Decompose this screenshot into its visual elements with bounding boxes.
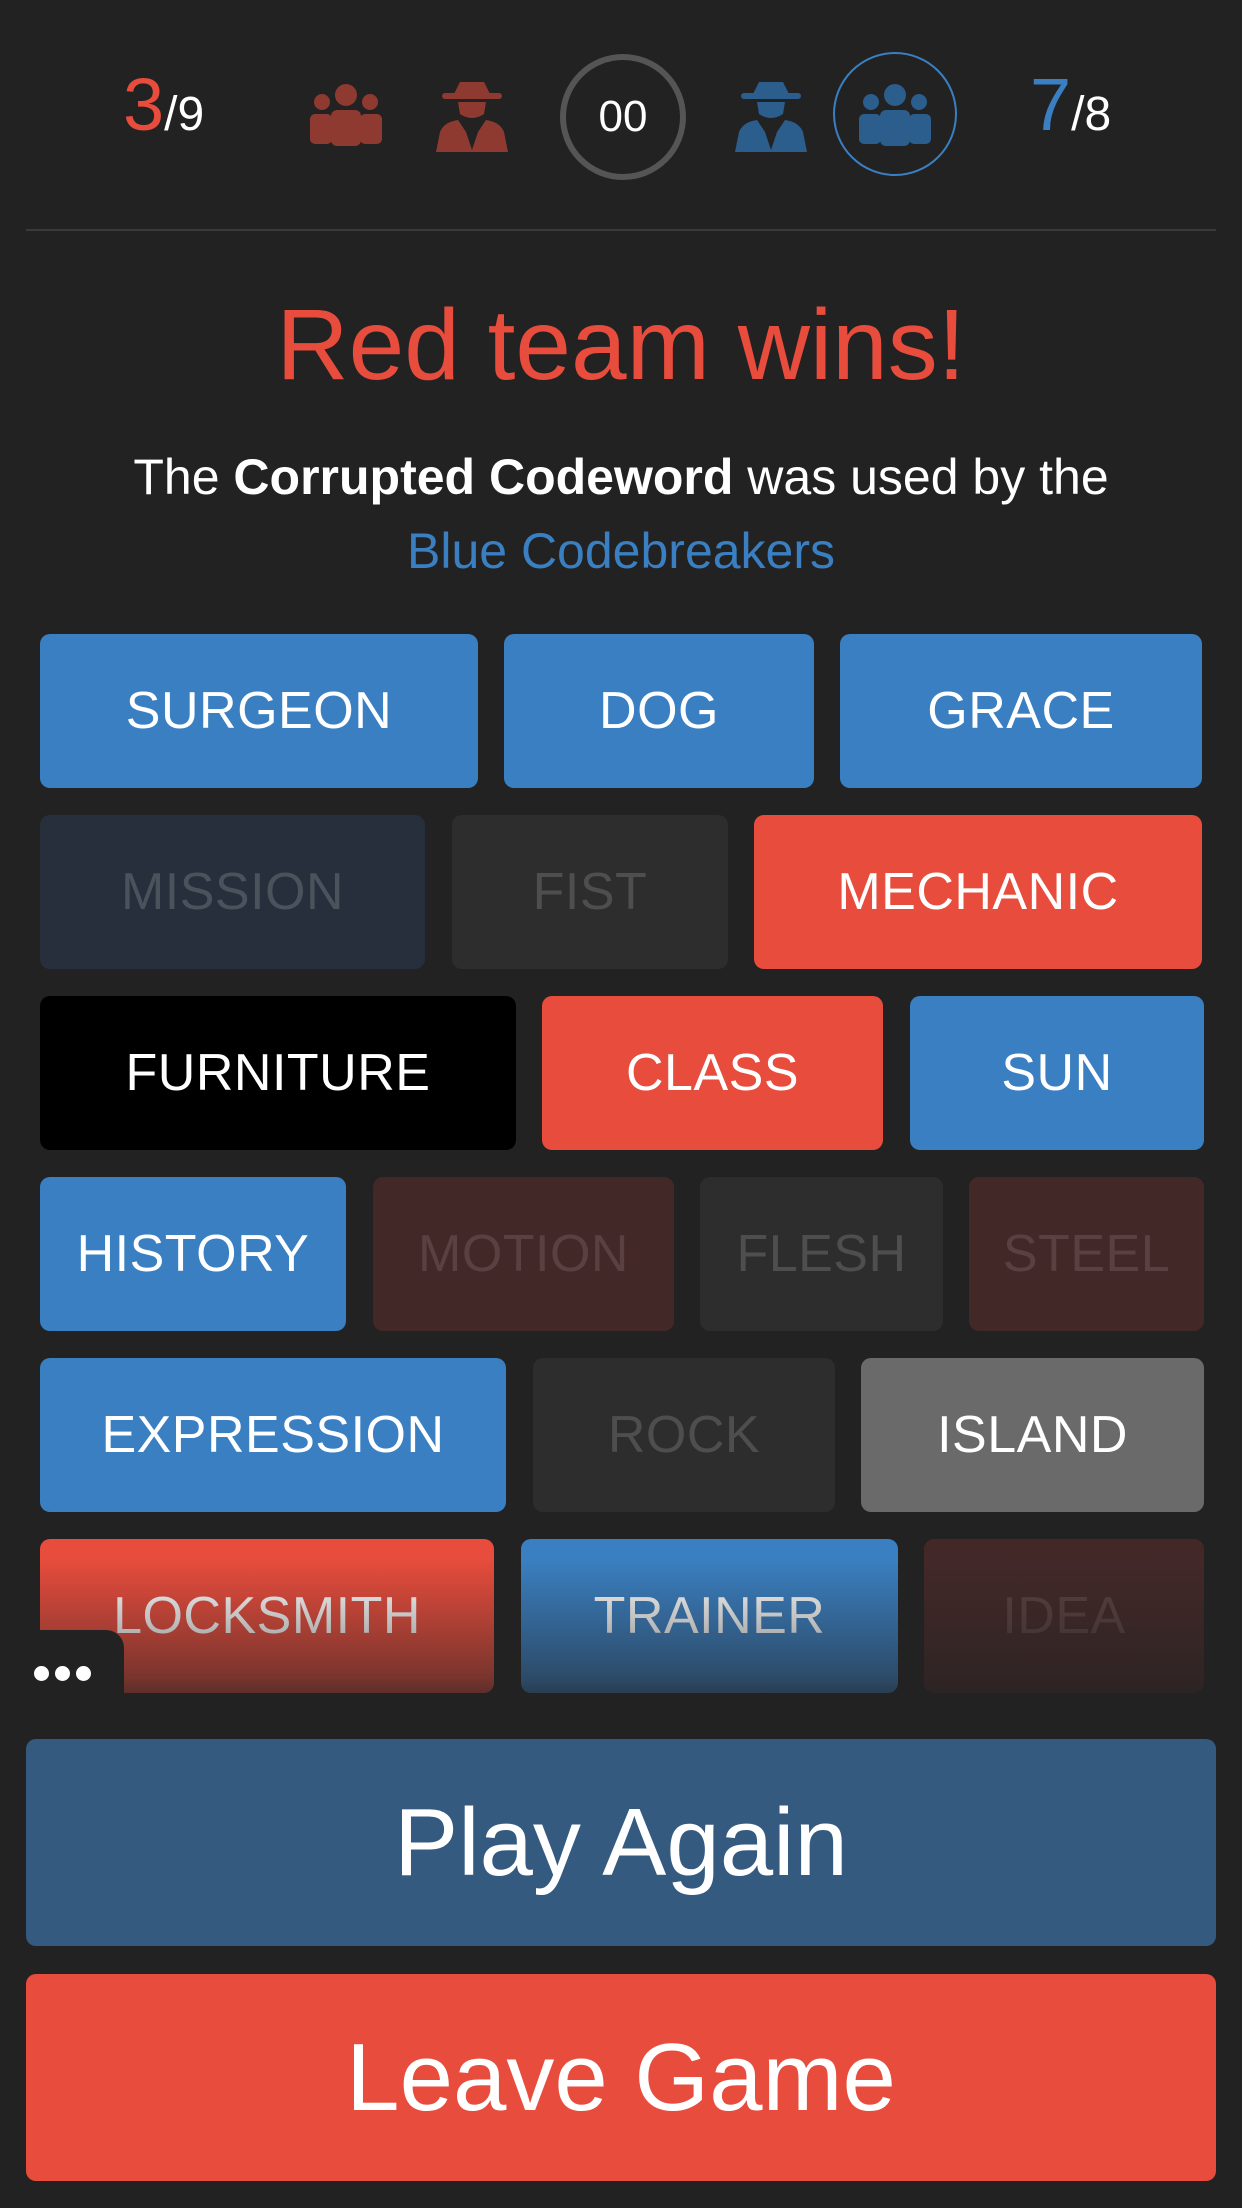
word-card[interactable]: HISTORY xyxy=(40,1177,346,1331)
result-message: The Corrupted Codeword was used by the B… xyxy=(80,440,1162,588)
result-msg-middle: was used by the xyxy=(733,449,1109,505)
word-card[interactable]: DOG xyxy=(504,634,814,788)
blue-score-value: 7 xyxy=(1030,63,1072,146)
turn-timer: 00 xyxy=(560,54,686,180)
word-card[interactable]: MECHANIC xyxy=(754,815,1202,969)
red-score: 3/9 xyxy=(123,68,204,142)
word-card[interactable]: MOTION xyxy=(373,1177,674,1331)
result-title: Red team wins! xyxy=(276,289,966,401)
red-spymaster-icon[interactable] xyxy=(432,80,512,152)
red-score-value: 3 xyxy=(123,63,165,146)
result-msg-team: Blue Codebreakers xyxy=(406,523,836,579)
word-card[interactable]: FLESH xyxy=(700,1177,943,1331)
word-card[interactable]: CLASS xyxy=(542,996,883,1150)
blue-spymaster-icon[interactable] xyxy=(731,80,811,152)
result-msg-bold: Corrupted Codeword xyxy=(233,449,734,505)
red-team-icon[interactable] xyxy=(306,80,386,152)
leave-game-button[interactable]: Leave Game xyxy=(26,1974,1216,2181)
word-card[interactable]: SURGEON xyxy=(40,634,478,788)
word-card[interactable]: TRAINER xyxy=(521,1539,898,1693)
word-card[interactable]: MISSION xyxy=(40,815,425,969)
more-options-button[interactable] xyxy=(0,1630,124,1716)
word-card[interactable]: FURNITURE xyxy=(40,996,516,1150)
header-divider xyxy=(26,229,1216,231)
word-card[interactable]: ISLAND xyxy=(861,1358,1204,1512)
result-msg-prefix: The xyxy=(133,449,234,505)
scoreboard-header: 3/9 00 7/8 xyxy=(0,0,1242,231)
word-card[interactable]: SUN xyxy=(910,996,1204,1150)
play-again-button[interactable]: Play Again xyxy=(26,1739,1216,1946)
word-card[interactable]: FIST xyxy=(452,815,728,969)
word-card[interactable]: GRACE xyxy=(840,634,1202,788)
blue-score: 7/8 xyxy=(1030,68,1111,142)
word-card[interactable]: STEEL xyxy=(969,1177,1204,1331)
word-card[interactable]: ROCK xyxy=(533,1358,835,1512)
more-options-icon xyxy=(31,1665,94,1681)
red-score-total: /9 xyxy=(164,88,205,141)
word-card[interactable]: EXPRESSION xyxy=(40,1358,506,1512)
blue-score-total: /8 xyxy=(1071,88,1112,141)
blue-team-icon[interactable] xyxy=(855,80,935,152)
word-card[interactable]: IDEA xyxy=(924,1539,1204,1693)
